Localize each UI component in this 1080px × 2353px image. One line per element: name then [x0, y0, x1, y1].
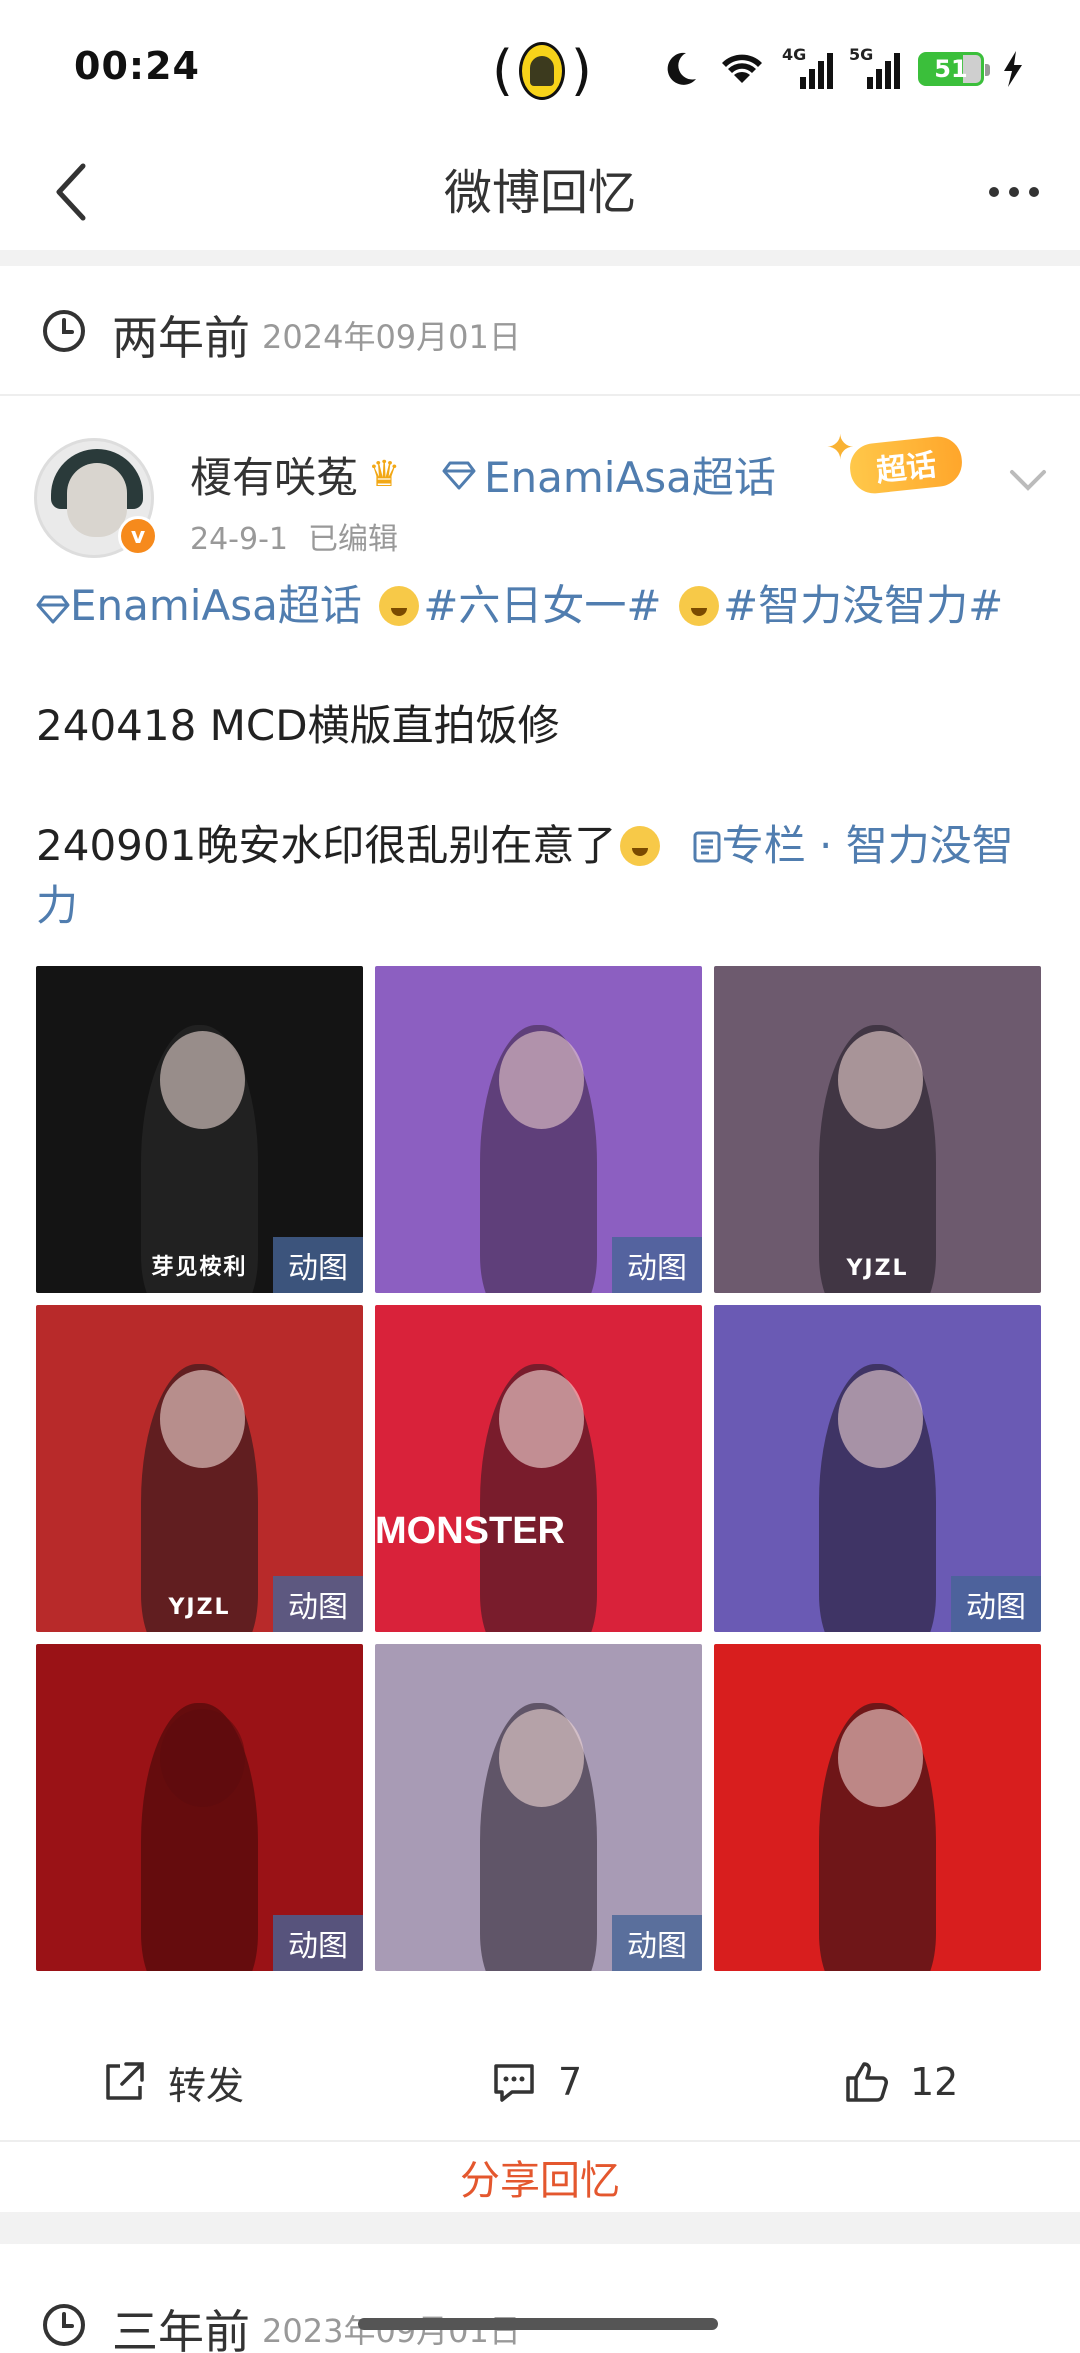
image-thumbnail[interactable]: YJZL 动图: [36, 1305, 363, 1632]
thumbs-up-icon: [846, 2062, 888, 2102]
cell-signal-5g-icon: 5G: [849, 45, 900, 89]
image-thumbnail[interactable]: 动图: [375, 1644, 702, 1971]
like-count[interactable]: 12: [910, 2060, 958, 2104]
battery-level: 51: [934, 55, 968, 83]
edited-label: 已编辑: [308, 522, 398, 557]
wifi-icon: [722, 54, 762, 83]
gif-badge: 动图: [273, 1237, 363, 1293]
post-meta: 24-9-1 已编辑: [190, 514, 398, 558]
topic-link[interactable]: EnamiAsa超话: [70, 581, 362, 630]
emoji-icon: [379, 586, 420, 626]
memory-time-row: 两年前 2024年09月01日: [0, 266, 1080, 396]
floating-app-icon: [519, 42, 565, 100]
super-topic-link[interactable]: EnamiAsa超话: [442, 444, 776, 505]
comment-icon: [494, 2064, 534, 2102]
image-thumbnail[interactable]: 芽见桉利 动图: [36, 966, 363, 1293]
gif-badge: 动图: [612, 1237, 702, 1293]
chevron-down-icon[interactable]: [1004, 456, 1052, 504]
like-button[interactable]: 12: [842, 2022, 958, 2142]
emoji-icon: [678, 586, 719, 626]
memory-card: 两年前 2024年09月01日 v 榎有咲菟 ♛ EnamiAsa超话 24-9…: [0, 266, 1080, 2212]
author-name[interactable]: 榎有咲菟 ♛: [190, 444, 400, 505]
image-overlay-text: MONSTER: [375, 1510, 565, 1552]
diamond-icon: [442, 461, 476, 489]
moon-icon: [667, 52, 696, 85]
post-text-line: 240418 MCD横版直拍饭修: [36, 701, 560, 750]
action-bar: 转发 7 12: [0, 2022, 1080, 2142]
image-thumbnail[interactable]: [714, 1644, 1041, 1971]
gif-badge: 动图: [951, 1576, 1041, 1632]
battery-icon: 51: [918, 52, 990, 86]
nav-bar: 微博回忆: [0, 135, 1080, 250]
verified-badge-icon: v: [118, 516, 158, 556]
document-icon: [693, 831, 721, 863]
cell-signal-4g-icon: 4G: [782, 45, 833, 89]
clock-icon: [43, 310, 85, 352]
gif-badge: 动图: [273, 1576, 363, 1632]
forward-button[interactable]: 转发: [100, 2022, 244, 2142]
post-time: 24-9-1: [190, 522, 288, 557]
memory-ago: 两年前: [112, 311, 250, 365]
home-indicator[interactable]: [358, 2318, 718, 2330]
status-icons: 4G 5G 51: [660, 45, 1024, 92]
diamond-icon: [36, 595, 70, 624]
image-thumbnail[interactable]: 动图: [36, 1644, 363, 1971]
image-watermark: YJZL: [846, 1256, 909, 1281]
memory-ago: 三年前: [112, 2305, 250, 2353]
app-indicator: ( ): [492, 39, 592, 102]
next-memory-card: 三年前 2023年09月01日: [0, 2244, 1080, 2353]
more-dot-icon: [989, 187, 999, 197]
image-thumbnail[interactable]: 动图: [714, 1305, 1041, 1632]
charging-bolt-icon: [1004, 51, 1022, 87]
crown-icon: ♛: [368, 454, 401, 495]
share-memory-button[interactable]: 分享回忆: [0, 2142, 1080, 2212]
image-thumbnail[interactable]: YJZL: [714, 966, 1041, 1293]
page-title: 微博回忆: [443, 165, 636, 221]
gif-badge: 动图: [273, 1915, 363, 1971]
hashtag-link[interactable]: #智力没智力#: [723, 581, 1003, 630]
super-topic-badge[interactable]: ✦ 超话: [822, 424, 972, 506]
status-bar: 00:24 ( ) 4G 5G 51: [0, 0, 1080, 135]
comment-button[interactable]: 7: [490, 2022, 582, 2142]
post-text-line: 240901晚安水印很乱别在意了 专栏 · 智力没智力: [36, 821, 1014, 930]
more-button[interactable]: [974, 157, 1054, 227]
share-icon: [106, 2062, 144, 2100]
image-grid: 芽见桉利 动图 动图 YJZL YJZL 动图 MONSTER 动图 动图 动图: [36, 966, 1044, 1971]
post-topics-line: EnamiAsa超话 #六日女一# #智力没智力#: [36, 576, 1046, 636]
comment-count[interactable]: 7: [558, 2060, 582, 2104]
image-thumbnail[interactable]: MONSTER: [375, 1305, 702, 1632]
status-time: 00:24: [74, 44, 200, 88]
hashtag-link[interactable]: #六日女一#: [423, 581, 661, 630]
smile-emoji-icon: [620, 826, 661, 866]
gif-badge: 动图: [612, 1915, 702, 1971]
memory-date: 2024年09月01日: [262, 318, 521, 356]
image-thumbnail[interactable]: 动图: [375, 966, 702, 1293]
clock-icon: [43, 2304, 85, 2346]
